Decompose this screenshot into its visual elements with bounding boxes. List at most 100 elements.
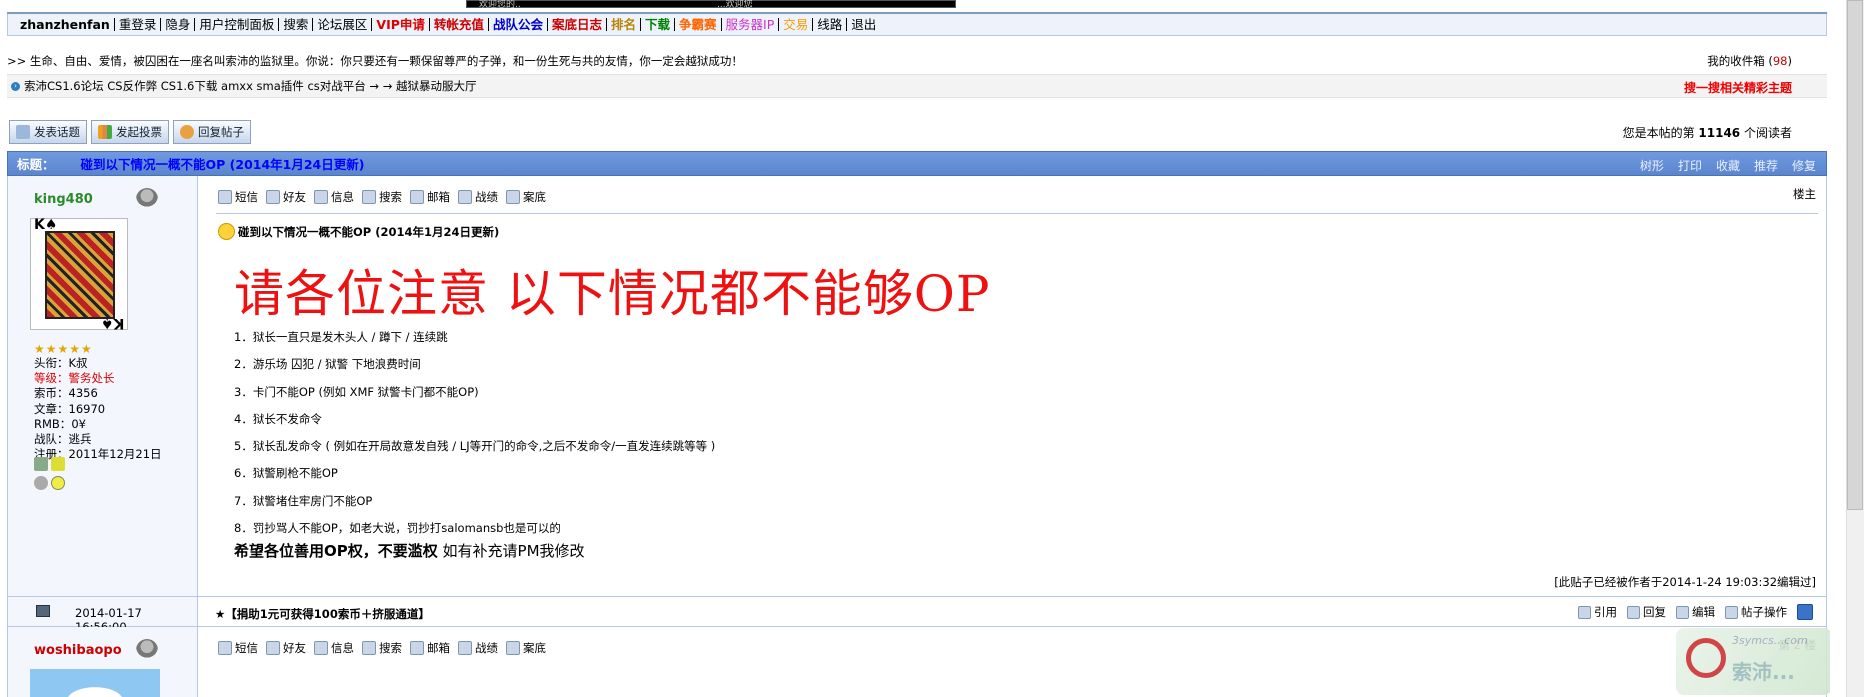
nav-item-10[interactable]: 排名 xyxy=(607,18,641,31)
user-coin-row: 索币：4356 xyxy=(34,386,162,401)
rule-item: 8．罚抄骂人不能OP，如老大说，罚抄打salomansb也是可以的 xyxy=(234,521,561,536)
info-icon xyxy=(314,190,328,204)
tool-label: 案底 xyxy=(523,641,546,655)
quote-icon xyxy=(1578,605,1591,619)
rule-item: 1．狱长一直只是发木头人 / 蹲下 / 连续跳 xyxy=(234,330,448,344)
reply-icon xyxy=(180,125,194,139)
thread-ops: 树形 打印 收藏 推荐 修复 xyxy=(1640,157,1816,174)
tool-case[interactable]: 案底 xyxy=(506,189,546,205)
post-ops-button[interactable]: 帖子操作 xyxy=(1725,604,1787,620)
search-icon xyxy=(362,190,376,204)
nav-item-0[interactable]: zhanzhenfan xyxy=(16,18,115,31)
reader-suffix: 个阅读者 xyxy=(1743,126,1792,140)
tool-record[interactable]: 战绩 xyxy=(458,640,498,656)
tool-label: 短信 xyxy=(235,190,258,204)
recommend-link[interactable]: 推荐 xyxy=(1754,157,1778,174)
nav-item-6[interactable]: VIP申请 xyxy=(372,18,430,31)
user-badges xyxy=(34,457,68,493)
tree-view-link[interactable]: 树形 xyxy=(1640,157,1664,174)
motto-text: >> 生命、自由、爱情，被囚困在一座名叫索沛的监狱里。你说：你只要还有一颗保留尊… xyxy=(7,54,743,68)
tool-label: 信息 xyxy=(331,641,354,655)
quote-button[interactable]: 引用 xyxy=(1578,604,1617,620)
edit-post-icon xyxy=(1676,605,1689,619)
tool-message[interactable]: 短信 xyxy=(218,189,258,205)
reply-button[interactable]: 回复帖子 xyxy=(173,120,251,144)
reader-count: 您是本帖的第 11146 个阅读者 xyxy=(1623,124,1792,141)
related-search-link[interactable]: 搜一搜相关精彩主题 xyxy=(1684,79,1792,96)
username-2[interactable]: woshibaopo xyxy=(34,643,122,658)
donation-link[interactable]: ★【捐助1元可获得100索币＋挤服通道】 xyxy=(215,606,430,622)
search-icon xyxy=(362,641,376,655)
new-poll-label: 发起投票 xyxy=(116,125,162,139)
tool-info[interactable]: 信息 xyxy=(314,640,354,656)
user-title-label: 头衔： xyxy=(34,356,69,370)
tool-info[interactable]: 信息 xyxy=(314,189,354,205)
badge-icon-4 xyxy=(51,476,65,490)
nav-item-7[interactable]: 转帐充值 xyxy=(430,18,489,31)
message-icon xyxy=(218,190,232,204)
site-watermark-logo: 3symcs...com 索沛... xyxy=(1676,628,1832,695)
rule-item: 2．游乐场 囚犯 / 狱警 下地浪费时间 xyxy=(234,357,421,372)
tool-friend[interactable]: 好友 xyxy=(266,189,306,205)
nav-item-2[interactable]: 隐身 xyxy=(161,18,196,31)
nav-item-4[interactable]: 搜索 xyxy=(279,18,314,31)
nav-item-3[interactable]: 用户控制面板 xyxy=(195,18,280,31)
user-team-value: 逃兵 xyxy=(68,432,92,447)
smiley-icon xyxy=(218,223,235,240)
print-link[interactable]: 打印 xyxy=(1678,157,1702,174)
nav-item-16[interactable]: 退出 xyxy=(847,18,880,31)
tool-mail[interactable]: 邮箱 xyxy=(410,640,450,656)
top-nav-bar: zhanzhenfan 重登录 隐身 用户控制面板 搜索 论坛展区 VIP申请 转帐充值 战队公… xyxy=(7,14,1827,36)
tool-search[interactable]: 搜索 xyxy=(362,640,402,656)
nav-item-15[interactable]: 线路 xyxy=(813,18,848,31)
scrollbar-thumb[interactable] xyxy=(1847,0,1863,510)
repair-link[interactable]: 修复 xyxy=(1792,157,1816,174)
tool-mail[interactable]: 邮箱 xyxy=(410,189,450,205)
nav-item-11[interactable]: 下载 xyxy=(641,18,675,31)
username[interactable]: king480 xyxy=(34,192,93,207)
user-rank-value: 警务处长 xyxy=(68,371,115,386)
nav-item-13[interactable]: 服务器IP xyxy=(722,18,780,31)
user-rmb-value: 0¥ xyxy=(71,416,86,431)
new-topic-label: 发表话题 xyxy=(34,125,80,139)
inbox-link[interactable]: 我的收件箱 (98) xyxy=(1707,53,1792,69)
nav-item-12[interactable]: 争霸赛 xyxy=(675,18,722,31)
watermark-site: 3symcs...com xyxy=(1732,634,1808,647)
user-coin-label: 索币： xyxy=(34,386,69,401)
reply-post-label: 回复 xyxy=(1643,605,1666,619)
user-sidebar-2: woshibaopo xyxy=(8,627,198,697)
tool-label: 信息 xyxy=(331,190,354,204)
post-1-footer: 2014-01-17 16:56:00 ★【捐助1元可获得100索币＋挤服通道】… xyxy=(7,597,1827,634)
message-icon xyxy=(218,641,232,655)
user-sidebar: king480 K♠ K♠ ★★★★★ 头衔：K叔 等级：警务处长 索币：435… xyxy=(8,176,198,596)
user-title-value: K叔 xyxy=(68,356,88,370)
nav-item-5[interactable]: 论坛展区 xyxy=(313,18,373,31)
tool-label: 案底 xyxy=(523,190,546,204)
rules-list: 1．狱长一直只是发木头人 / 蹲下 / 连续跳 2．游乐场 囚犯 / 狱警 下地浪… xyxy=(234,324,715,542)
rule-item: 4．狱长不发命令 xyxy=(234,411,322,426)
tool-message[interactable]: 短信 xyxy=(218,640,258,656)
back-to-top-button[interactable] xyxy=(1797,604,1816,620)
closing-note-bold: 希望各位善用OP权，不要滥权 xyxy=(234,542,438,560)
record-icon xyxy=(458,641,472,655)
nav-item-1[interactable]: 重登录 xyxy=(115,18,162,31)
user-posts-value: 16970 xyxy=(68,401,106,416)
post-headline: 请各位注意 以下情况都不能够OP xyxy=(234,265,991,323)
footer-side: 2014-01-17 16:56:00 xyxy=(8,597,198,634)
nav-item-8[interactable]: 战队公会 xyxy=(489,18,548,31)
forum-links[interactable]: 索沛CS1.6论坛 CS反作弊 CS1.6下载 amxx sma插件 cs对战平… xyxy=(24,78,477,94)
nav-item-14[interactable]: 交易 xyxy=(779,18,814,31)
tool-record[interactable]: 战绩 xyxy=(458,189,498,205)
new-topic-button[interactable]: 发表话题 xyxy=(9,120,87,144)
friend-icon xyxy=(266,190,280,204)
edit-button[interactable]: 编辑 xyxy=(1676,604,1715,620)
reply-post-button[interactable]: 回复 xyxy=(1627,604,1666,620)
tool-friend[interactable]: 好友 xyxy=(266,640,306,656)
new-poll-button[interactable]: 发起投票 xyxy=(91,120,169,144)
tool-label: 短信 xyxy=(235,641,258,655)
nav-item-9[interactable]: 案底日志 xyxy=(548,18,607,31)
tool-case[interactable]: 案底 xyxy=(506,640,546,656)
favorite-link[interactable]: 收藏 xyxy=(1716,157,1740,174)
tool-search[interactable]: 搜索 xyxy=(362,189,402,205)
scrollbar[interactable] xyxy=(1830,0,1865,697)
